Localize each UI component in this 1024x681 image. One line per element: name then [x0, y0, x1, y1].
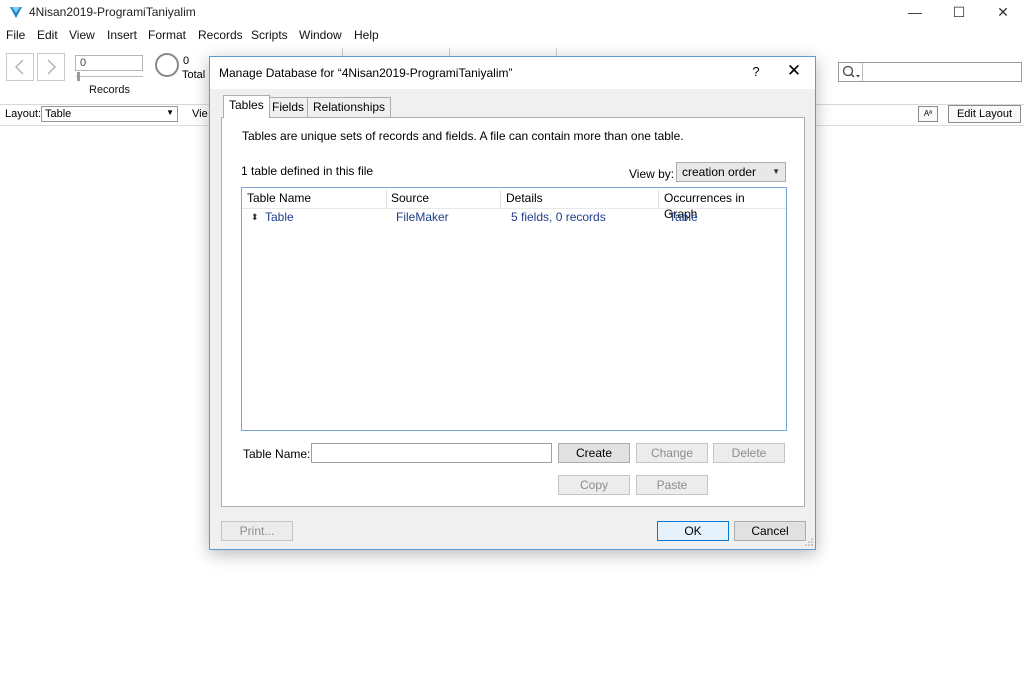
toolbar-divider [556, 48, 557, 56]
column-header-details[interactable]: Details [501, 190, 659, 208]
menu-scripts[interactable]: Scripts [251, 28, 288, 42]
view-by-dropdown[interactable]: creation order ▼ [676, 162, 786, 182]
layout-dropdown-value: Table [45, 108, 72, 120]
filemaker-app-icon [10, 7, 22, 18]
maximize-button[interactable]: ☐ [937, 0, 981, 24]
window-title: 4Nisan2019-ProgramiTaniyalim [29, 5, 196, 19]
create-button[interactable]: Create [558, 443, 630, 463]
resize-grip-icon[interactable] [804, 537, 814, 547]
tab-relationships[interactable]: Relationships [307, 97, 392, 117]
view-as-label: Vie [192, 108, 208, 120]
menu-file[interactable]: File [6, 28, 25, 42]
record-slider-track[interactable] [76, 76, 143, 77]
menu-view[interactable]: View [69, 28, 95, 42]
minimize-button[interactable]: — [893, 0, 937, 24]
manage-database-dialog: Manage Database for “4Nisan2019-Programi… [209, 56, 816, 550]
table-name-label: Table Name: [243, 447, 311, 461]
search-options-button[interactable] [839, 63, 863, 81]
quick-find-search-input[interactable] [838, 62, 1022, 82]
current-record-field[interactable]: 0 [75, 55, 143, 71]
record-count-pie-icon [155, 53, 179, 77]
dialog-close-button[interactable]: ✕ [784, 61, 804, 81]
record-slider-thumb[interactable] [77, 72, 80, 81]
menu-window[interactable]: Window [299, 28, 342, 42]
column-header-source[interactable]: Source [386, 190, 501, 208]
column-header-occurrences[interactable]: Occurrences in Graph [659, 190, 779, 221]
ok-button[interactable]: OK [657, 521, 729, 541]
paste-button[interactable]: Paste [636, 475, 708, 495]
previous-record-button[interactable] [6, 53, 34, 81]
dialog-title: Manage Database for “4Nisan2019-Programi… [219, 66, 513, 80]
delete-button[interactable]: Delete [713, 443, 785, 463]
close-window-button[interactable]: ✕ [981, 0, 1024, 24]
next-record-button[interactable] [37, 53, 65, 81]
cancel-button[interactable]: Cancel [734, 521, 806, 541]
table-name-input[interactable] [311, 443, 552, 463]
layout-dropdown[interactable]: Table ▼ [41, 106, 178, 122]
help-button[interactable]: ? [746, 64, 766, 79]
toolbar-divider [342, 48, 343, 56]
title-bar: 4Nisan2019-ProgramiTaniyalim — ☐ ✕ [0, 0, 1024, 24]
tables-description: Tables are unique sets of records and fi… [242, 129, 684, 143]
print-button[interactable]: Print... [221, 521, 293, 541]
drag-handle-icon[interactable]: ⬍ [251, 212, 259, 223]
tab-tables[interactable]: Tables [223, 95, 270, 118]
view-by-label: View by: [629, 167, 675, 181]
change-button[interactable]: Change [636, 443, 708, 463]
formatting-bar-button[interactable]: Aª [918, 106, 938, 122]
menu-records[interactable]: Records [198, 28, 243, 42]
layout-label: Layout: [5, 108, 42, 120]
dialog-title-bar: Manage Database for “4Nisan2019-Programi… [210, 57, 815, 89]
chevron-left-icon [14, 59, 24, 75]
records-label: Records [89, 84, 130, 96]
menu-help[interactable]: Help [354, 28, 379, 42]
chevron-down-icon: ▼ [772, 167, 780, 176]
tab-fields[interactable]: Fields [266, 97, 311, 117]
menu-format[interactable]: Format [148, 28, 186, 42]
column-header-table-name[interactable]: Table Name [242, 190, 387, 208]
tables-list[interactable]: Table Name Source Details Occurrences in… [241, 187, 787, 431]
row-source: FileMaker [396, 210, 449, 224]
total-label: Total [182, 69, 206, 81]
edit-layout-button[interactable]: Edit Layout [948, 105, 1021, 123]
row-table-name: Table [265, 210, 294, 224]
row-occurrences: Table [669, 210, 698, 224]
search-icon [842, 65, 860, 78]
chevron-down-icon: ▼ [166, 108, 174, 117]
toolbar-divider [449, 48, 450, 56]
header-divider [242, 208, 786, 209]
menu-edit[interactable]: Edit [37, 28, 58, 42]
chevron-right-icon [47, 59, 57, 75]
table-count-text: 1 table defined in this file [241, 164, 374, 178]
row-details: 5 fields, 0 records [511, 210, 606, 224]
menu-insert[interactable]: Insert [107, 28, 137, 42]
copy-button[interactable]: Copy [558, 475, 630, 495]
total-count: 0 [183, 55, 190, 67]
view-by-value: creation order [682, 165, 757, 179]
